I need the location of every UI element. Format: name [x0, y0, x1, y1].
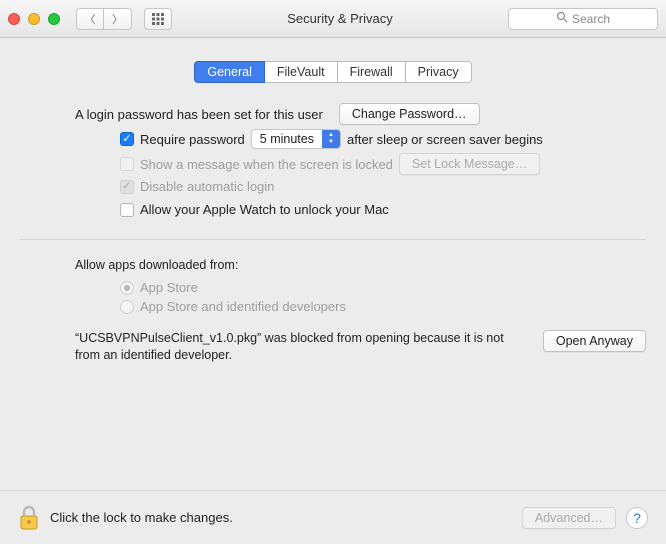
search-placeholder: Search: [572, 12, 610, 26]
nav-buttons: 〈 〉: [76, 8, 132, 30]
disable-auto-login-label: Disable automatic login: [140, 179, 274, 194]
tab-filevault[interactable]: FileVault: [265, 61, 338, 83]
help-button[interactable]: ?: [626, 507, 648, 529]
tab-firewall[interactable]: Firewall: [338, 61, 406, 83]
gatekeeper-option-identified-row: App Store and identified developers: [120, 299, 646, 314]
help-icon: ?: [633, 510, 641, 526]
gatekeeper-appstore-label: App Store: [140, 280, 198, 295]
require-password-delay-select[interactable]: 5 minutes: [251, 129, 341, 149]
require-password-checkbox[interactable]: [120, 132, 134, 146]
disable-auto-login-row: Disable automatic login: [120, 179, 646, 194]
after-sleep-label: after sleep or screen saver begins: [347, 132, 543, 147]
require-password-row: Require password 5 minutes after sleep o…: [120, 129, 646, 149]
blocked-app-row: “UCSBVPNPulseClient_v1.0.pkg” was blocke…: [75, 330, 646, 364]
password-set-label: A login password has been set for this u…: [75, 107, 323, 122]
tab-bar: General FileVault Firewall Privacy: [20, 61, 646, 83]
lock-text: Click the lock to make changes.: [50, 510, 233, 525]
tab-general[interactable]: General: [194, 61, 264, 83]
chevron-right-icon: 〉: [112, 11, 123, 27]
require-password-label: Require password: [140, 132, 245, 147]
open-anyway-button[interactable]: Open Anyway: [543, 330, 646, 352]
stepper-icon: [322, 130, 340, 148]
advanced-button: Advanced…: [522, 507, 616, 529]
show-all-button[interactable]: [144, 8, 172, 30]
content-area: General FileVault Firewall Privacy A log…: [0, 38, 666, 364]
set-lock-message-button: Set Lock Message…: [399, 153, 540, 175]
titlebar: 〈 〉 Security & Privacy Search: [0, 0, 666, 38]
show-message-checkbox: [120, 157, 134, 171]
back-button[interactable]: 〈: [76, 8, 104, 30]
zoom-icon[interactable]: [48, 13, 60, 25]
disable-auto-login-checkbox: [120, 180, 134, 194]
close-icon[interactable]: [8, 13, 20, 25]
gatekeeper-option-appstore-row: App Store: [120, 280, 646, 295]
apple-watch-row: Allow your Apple Watch to unlock your Ma…: [120, 202, 646, 217]
apple-watch-label: Allow your Apple Watch to unlock your Ma…: [140, 202, 389, 217]
tab-privacy[interactable]: Privacy: [406, 61, 472, 83]
blocked-app-message: “UCSBVPNPulseClient_v1.0.pkg” was blocke…: [75, 330, 531, 364]
grid-icon: [151, 12, 165, 26]
lock-icon[interactable]: [18, 505, 40, 531]
gatekeeper-identified-radio: [120, 300, 134, 314]
minimize-icon[interactable]: [28, 13, 40, 25]
gatekeeper-appstore-radio: [120, 281, 134, 295]
gatekeeper-header: Allow apps downloaded from:: [75, 258, 646, 272]
search-input[interactable]: Search: [508, 8, 658, 30]
apple-watch-checkbox[interactable]: [120, 203, 134, 217]
password-set-row: A login password has been set for this u…: [75, 103, 646, 125]
divider: [20, 239, 646, 240]
forward-button[interactable]: 〉: [104, 8, 132, 30]
window-title: Security & Privacy: [180, 11, 500, 26]
chevron-left-icon: 〈: [85, 11, 96, 27]
change-password-button[interactable]: Change Password…: [339, 103, 480, 125]
window-controls: [8, 13, 60, 25]
show-message-row: Show a message when the screen is locked…: [120, 153, 646, 175]
show-message-label: Show a message when the screen is locked: [140, 157, 393, 172]
footer: Click the lock to make changes. Advanced…: [0, 490, 666, 544]
gatekeeper-identified-label: App Store and identified developers: [140, 299, 346, 314]
require-password-delay-value: 5 minutes: [252, 130, 322, 148]
search-icon: [556, 11, 568, 26]
